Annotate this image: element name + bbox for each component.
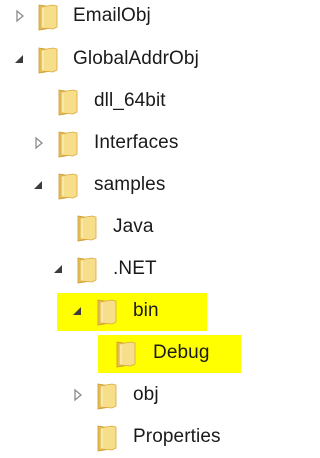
folder-icon bbox=[52, 171, 82, 201]
folder-icon bbox=[32, 45, 62, 75]
tree-item-debug[interactable]: Debug bbox=[0, 334, 241, 374]
collapse-arrow-icon[interactable] bbox=[70, 304, 84, 318]
tree-item-label: Java bbox=[113, 216, 154, 237]
tree-item-properties[interactable]: Properties bbox=[0, 418, 241, 458]
expand-arrow-icon[interactable] bbox=[13, 9, 27, 23]
folder-icon bbox=[71, 255, 101, 285]
tree-item-label: GlobalAddrObj bbox=[73, 48, 199, 69]
expand-arrow-icon[interactable] bbox=[32, 136, 46, 150]
tree-item-samples[interactable]: samples bbox=[0, 166, 241, 206]
folder-icon bbox=[71, 213, 101, 243]
tree-item-label: obj bbox=[133, 384, 159, 405]
tree-item-emailobj[interactable]: EmailObj bbox=[0, 0, 241, 37]
collapse-arrow-icon[interactable] bbox=[51, 262, 65, 276]
folder-icon bbox=[52, 87, 82, 117]
collapse-arrow-icon[interactable] bbox=[12, 52, 26, 66]
tree-item-obj[interactable]: obj bbox=[0, 376, 241, 416]
folder-tree: EmailObj GlobalAddrObj dll_64bit Interfa… bbox=[0, 0, 241, 452]
expand-arrow-icon[interactable] bbox=[71, 388, 85, 402]
tree-item-label: Debug bbox=[153, 342, 210, 363]
folder-icon bbox=[110, 339, 140, 369]
collapse-arrow-icon[interactable] bbox=[31, 178, 45, 192]
tree-item-label: samples bbox=[94, 174, 166, 195]
tree-item-dotnet[interactable]: .NET bbox=[0, 250, 241, 290]
folder-icon bbox=[32, 2, 62, 32]
tree-item-label: EmailObj bbox=[73, 5, 151, 26]
tree-item-label: Properties bbox=[133, 426, 221, 447]
tree-item-bin[interactable]: bin bbox=[0, 292, 241, 332]
tree-item-label: Interfaces bbox=[94, 132, 179, 153]
tree-item-dll-64bit[interactable]: dll_64bit bbox=[0, 82, 241, 122]
tree-item-label: dll_64bit bbox=[94, 90, 166, 111]
tree-item-java[interactable]: Java bbox=[0, 208, 241, 248]
tree-item-label: bin bbox=[133, 300, 159, 321]
tree-item-interfaces[interactable]: Interfaces bbox=[0, 124, 241, 164]
tree-item-globaladdrobj[interactable]: GlobalAddrObj bbox=[0, 40, 241, 80]
folder-icon bbox=[91, 381, 121, 411]
folder-icon bbox=[91, 423, 121, 453]
tree-item-label: .NET bbox=[113, 258, 157, 279]
folder-icon bbox=[91, 297, 121, 327]
folder-icon bbox=[52, 129, 82, 159]
